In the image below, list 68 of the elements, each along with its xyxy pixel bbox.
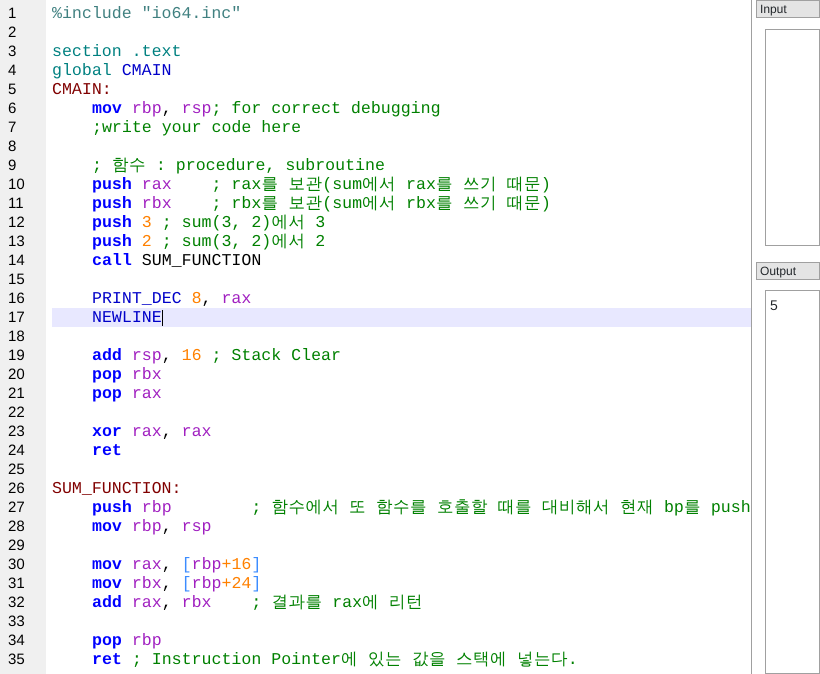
line-number: 30 [7,555,25,574]
code-line: PRINT_DEC 8, rax [92,289,252,308]
line-number: 8 [7,137,16,156]
panel-title: Input [756,0,820,18]
code-line: add rax, rbx ; 결과를 rax에 리턴 [92,593,424,612]
code-line: ret [92,441,122,460]
code-line: ret ; Instruction Pointer에 있는 값을 스택에 넣는다. [92,650,578,669]
code-line: pop rbx [92,365,162,384]
line-number: 31 [7,574,25,593]
line-number: 1 [7,4,16,23]
line-number: 3 [7,42,16,61]
input-field[interactable] [765,29,820,246]
line-number: 2 [7,23,16,42]
line-number: 27 [7,498,25,517]
code-line: mov rbx, [rbp+24] [92,574,262,593]
line-number: 10 [7,175,25,194]
line-number: 22 [7,403,25,422]
line-number: 32 [7,593,25,612]
line-number: 33 [7,612,25,631]
line-number: 9 [7,156,16,175]
code-line: call SUM_FUNCTION [92,251,262,270]
code-line: add rsp, 16 ; Stack Clear [92,346,341,365]
code-line: %include "io64.inc" [52,4,242,23]
line-number: 15 [7,270,25,289]
line-number: 16 [7,289,25,308]
code-line: global CMAIN [52,61,172,80]
text-cursor [162,310,163,326]
code-line: NEWLINE [92,308,162,327]
line-number: 7 [7,118,16,137]
line-number: 13 [7,232,25,251]
code-line: mov rbp, rsp; for correct debugging [92,99,441,118]
code-line: push rbp ; 함수에서 또 함수를 호출할 때를 대비해서 현재 bp를 push [92,498,751,517]
line-number: 35 [7,650,25,669]
line-number: 29 [7,536,25,555]
line-number: 14 [7,251,25,270]
code-line: xor rax, rax [92,422,212,441]
code-line: CMAIN: [52,80,112,99]
panel-title: Output [756,262,820,280]
code-line: push rax ; rax를 보관(sum에서 rax를 쓰기 때문) [92,175,551,194]
line-number: 25 [7,460,25,479]
code-line: push 3 ; sum(3, 2)에서 3 [92,213,326,232]
line-number: 20 [7,365,25,384]
output-field: 5 [765,290,820,674]
line-number: 11 [7,194,24,213]
line-number: 26 [7,479,25,498]
line-number: 18 [7,327,25,346]
line-number: 12 [7,213,25,232]
line-number: 21 [7,384,25,403]
line-number: 17 [7,308,25,327]
code-line: section .text [52,42,182,61]
line-number: 24 [7,441,25,460]
code-editor[interactable] [0,0,752,674]
line-number: 19 [7,346,25,365]
line-number: 34 [7,631,25,650]
line-number: 28 [7,517,25,536]
code-line: push 2 ; sum(3, 2)에서 2 [92,232,326,251]
line-number: 4 [7,61,16,80]
code-line: mov rax, [rbp+16] [92,555,262,574]
line-number: 5 [7,80,16,99]
code-line: ; 함수 : procedure, subroutine [92,156,385,175]
code-line: pop rbp [92,631,162,650]
code-line: SUM_FUNCTION: [52,479,182,498]
line-number: 23 [7,422,25,441]
line-number: 6 [7,99,16,118]
code-line: pop rax [92,384,162,403]
code-line: mov rbp, rsp [92,517,212,536]
code-line: ;write your code here [92,118,302,137]
code-line: push rbx ; rbx를 보관(sum에서 rbx를 쓰기 때문) [92,194,551,213]
